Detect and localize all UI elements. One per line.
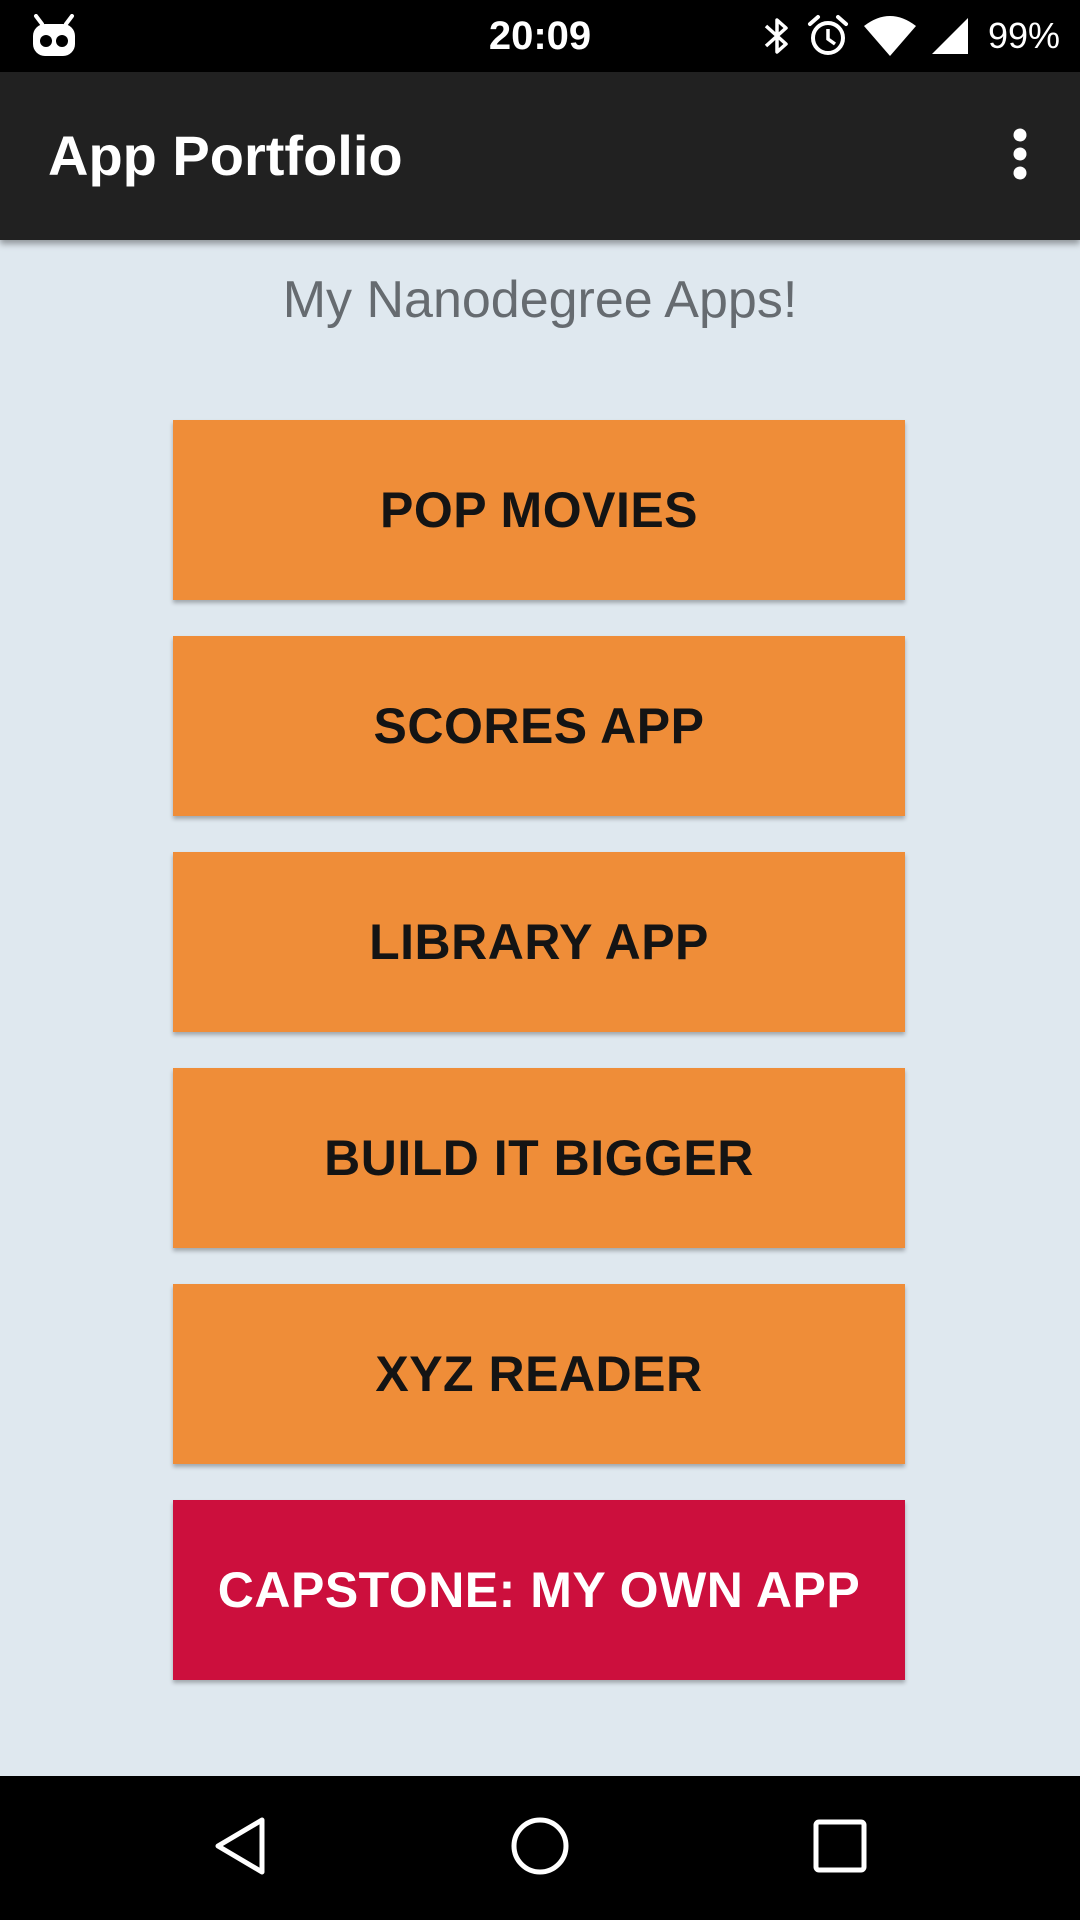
alarm-icon: [806, 14, 850, 58]
more-vert-icon: [1012, 128, 1028, 185]
status-bar: 20:09 99%: [0, 0, 1080, 72]
status-icons: 99%: [762, 0, 1060, 72]
build-it-bigger-button[interactable]: BUILD IT BIGGER: [173, 1068, 905, 1248]
app-bar: App Portfolio: [0, 72, 1080, 240]
scores-app-button[interactable]: SCORES APP: [173, 636, 905, 816]
recents-icon: [812, 1818, 868, 1879]
library-app-button[interactable]: LIBRARY APP: [173, 852, 905, 1032]
home-button[interactable]: [500, 1808, 580, 1888]
navigation-bar: [0, 1776, 1080, 1920]
battery-level: 99%: [987, 15, 1060, 56]
recents-button[interactable]: [800, 1808, 880, 1888]
app-title: App Portfolio: [48, 124, 403, 187]
capstone-button[interactable]: CAPSTONE: MY OWN APP: [173, 1500, 905, 1680]
bluetooth-icon: [762, 14, 792, 58]
signal-icon: [930, 14, 970, 58]
back-icon: [212, 1816, 268, 1881]
xyz-reader-button[interactable]: XYZ READER: [173, 1284, 905, 1464]
pop-movies-button[interactable]: POP MOVIES: [173, 420, 905, 600]
page-heading: My Nanodegree Apps!: [282, 271, 798, 329]
home-icon: [510, 1816, 570, 1881]
back-button[interactable]: [200, 1808, 280, 1888]
overflow-menu-button[interactable]: [988, 124, 1052, 188]
wifi-icon: [863, 14, 916, 58]
